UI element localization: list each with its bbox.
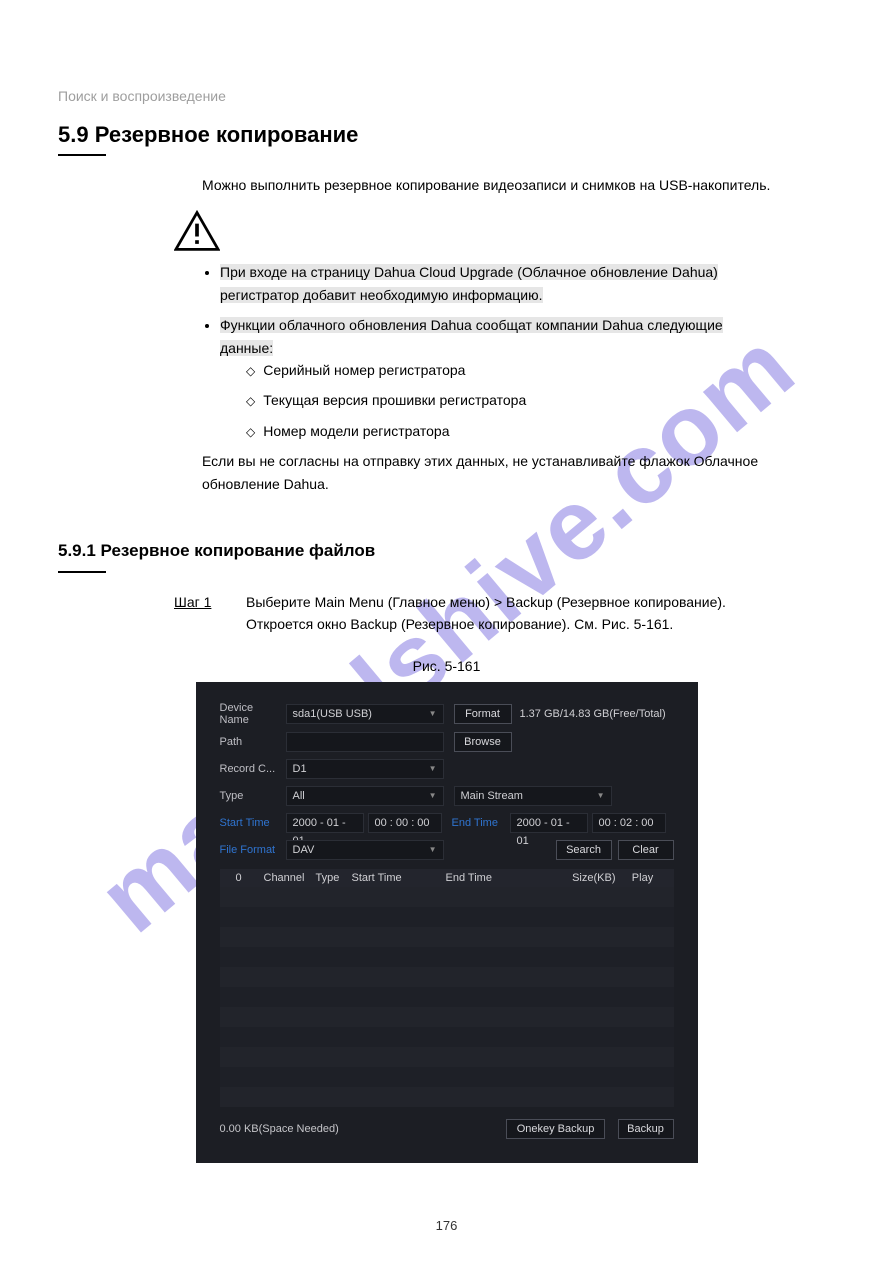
label-record-channel: Record C...: [220, 763, 286, 775]
chevron-down-icon: ▼: [597, 787, 605, 805]
caution-trailer: Если вы не согласны на отправку этих дан…: [202, 450, 835, 495]
table-row: [220, 1047, 674, 1067]
chevron-down-icon: ▼: [429, 705, 437, 723]
record-channel-value: D1: [293, 760, 307, 778]
col-size: Size(KB): [550, 872, 622, 884]
caution-sub-2: Текущая версия прошивки регистратора: [246, 389, 835, 411]
table-row: [220, 1007, 674, 1027]
col-channel: Channel: [258, 872, 310, 884]
col-count: 0: [220, 872, 258, 884]
heading-backup-files: 5.9.1 Резервное копирование файлов: [58, 541, 835, 561]
table-row: [220, 1067, 674, 1087]
chevron-down-icon: ▼: [429, 787, 437, 805]
caution-sub-1: Серийный номер регистратора: [246, 359, 835, 381]
step1-text: Выберите Main Menu (Главное меню) > Back…: [246, 591, 835, 613]
caution-b2-a: Функции облачного обновления Dahua сообщ…: [220, 317, 723, 333]
heading-title: Резервное копирование: [95, 122, 359, 147]
file-format-select[interactable]: DAV ▼: [286, 840, 444, 860]
label-end-time: End Time: [452, 817, 510, 829]
caution-sub-3: Номер модели регистратора: [246, 420, 835, 442]
label-device-name: Device Name: [220, 702, 286, 726]
lead-paragraph: Можно выполнить резервное копирование ви…: [202, 174, 835, 196]
caution-bullet-1: При входе на страницу Dahua Cloud Upgrad…: [220, 261, 835, 306]
start-date-input[interactable]: 2000 - 01 - 01: [286, 813, 364, 833]
col-play: Play: [622, 872, 664, 884]
figure-caption: Рис. 5-161: [58, 658, 835, 674]
backup-button[interactable]: Backup: [618, 1119, 674, 1139]
heading-number: 5.9: [58, 122, 89, 147]
heading2-number: 5.9.1: [58, 541, 96, 560]
caution-b1-b: регистратор добавит необходимую информац…: [220, 287, 543, 303]
end-time-input[interactable]: 00 : 02 : 00: [592, 813, 666, 833]
table-row: [220, 947, 674, 967]
search-button[interactable]: Search: [556, 840, 612, 860]
table-row: [220, 887, 674, 907]
backup-panel: Device Name sda1(USB USB) ▼ Format 1.37 …: [196, 682, 698, 1163]
table-row: [220, 1087, 674, 1107]
col-end: End Time: [440, 872, 550, 884]
label-type: Type: [220, 790, 286, 802]
caution-b2-b: данные:: [220, 340, 273, 356]
page-header: Поиск и воспроизведение: [58, 88, 835, 104]
caution-icon: [174, 210, 835, 255]
stream-select[interactable]: Main Stream ▼: [454, 786, 612, 806]
heading-rule: [58, 154, 106, 156]
table-row: [220, 987, 674, 1007]
label-path: Path: [220, 736, 286, 748]
table-row: [220, 927, 674, 947]
table-row: [220, 907, 674, 927]
type-select[interactable]: All ▼: [286, 786, 444, 806]
label-start-time: Start Time: [220, 817, 286, 829]
page-number: 176: [436, 1218, 458, 1233]
heading-backup: 5.9 Резервное копирование: [58, 122, 835, 148]
clear-button[interactable]: Clear: [618, 840, 674, 860]
stream-value: Main Stream: [461, 787, 523, 805]
record-channel-select[interactable]: D1 ▼: [286, 759, 444, 779]
device-name-select[interactable]: sda1(USB USB) ▼: [286, 704, 444, 724]
table-header: 0 Channel Type Start Time End Time Size(…: [220, 869, 674, 887]
onekey-backup-button[interactable]: Onekey Backup: [506, 1119, 606, 1139]
label-file-format: File Format: [220, 844, 286, 856]
chevron-down-icon: ▼: [429, 760, 437, 778]
results-table: 0 Channel Type Start Time End Time Size(…: [220, 869, 674, 1107]
start-time-input[interactable]: 00 : 00 : 00: [368, 813, 442, 833]
space-needed-text: 0.00 KB(Space Needed): [220, 1123, 339, 1135]
col-type: Type: [310, 872, 346, 884]
heading2-title: Резервное копирование файлов: [101, 541, 376, 560]
browse-button[interactable]: Browse: [454, 732, 512, 752]
caution-b1-a: При входе на страницу Dahua Cloud Upgrad…: [220, 264, 718, 280]
chevron-down-icon: ▼: [429, 841, 437, 859]
table-row: [220, 1027, 674, 1047]
path-input[interactable]: [286, 732, 444, 752]
step1-note: Откроется окно Backup (Резервное копиров…: [246, 613, 835, 635]
file-format-value: DAV: [293, 841, 315, 859]
table-row: [220, 967, 674, 987]
col-start: Start Time: [346, 872, 440, 884]
device-name-value: sda1(USB USB): [293, 705, 372, 723]
storage-size-text: 1.37 GB/14.83 GB(Free/Total): [520, 708, 666, 720]
format-button[interactable]: Format: [454, 704, 512, 724]
type-value: All: [293, 787, 305, 805]
heading2-rule: [58, 571, 106, 573]
step1-label: Шаг 1: [174, 591, 246, 636]
caution-bullet-2: Функции облачного обновления Dahua сообщ…: [220, 314, 835, 442]
end-date-input[interactable]: 2000 - 01 - 01: [510, 813, 588, 833]
